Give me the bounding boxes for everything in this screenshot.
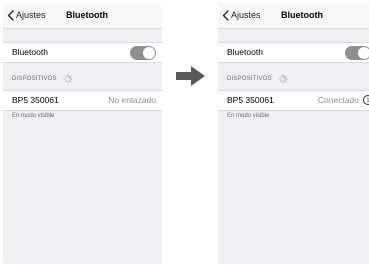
device-row[interactable]: BP5 350061 Conectado i [218,90,369,111]
navigation-bar: Ajustes Bluetooth [218,2,369,29]
devices-section-header: DISPOSITIVOS [227,74,288,84]
back-button-label: Ajustes [231,10,261,20]
info-icon[interactable]: i [363,95,369,105]
page-title: Bluetooth [66,10,108,20]
devices-header-label: DISPOSITIVOS [12,76,57,82]
spinner-icon [278,74,288,84]
arrow-right-icon [176,66,205,86]
back-button[interactable]: Ajustes [7,8,46,22]
chevron-left-icon [7,9,14,21]
visibility-footer: En modo visible [12,113,55,119]
device-name: BP5 350061 [227,95,274,105]
back-button-label: Ajustes [16,10,46,20]
toggle-knob [358,47,369,59]
device-name: BP5 350061 [12,95,59,105]
device-status: Conectado [317,95,359,105]
visibility-footer: En modo visible [227,113,270,119]
bluetooth-row: Bluetooth [3,42,162,63]
toggle-knob [143,47,155,59]
screen-before: Ajustes Bluetooth Bluetooth DISPOSITIVOS… [3,2,162,264]
device-status: No enlazado [108,95,156,105]
back-button[interactable]: Ajustes [222,8,261,22]
navigation-bar: Ajustes Bluetooth [3,2,162,29]
chevron-left-icon [222,9,229,21]
bluetooth-row: Bluetooth [218,42,369,63]
devices-section-header: DISPOSITIVOS [12,74,73,84]
bluetooth-toggle[interactable] [130,46,156,60]
bluetooth-toggle[interactable] [345,46,369,60]
bluetooth-label: Bluetooth [227,47,263,57]
devices-header-label: DISPOSITIVOS [227,76,272,82]
device-row[interactable]: BP5 350061 No enlazado [3,90,162,111]
screen-after: Ajustes Bluetooth Bluetooth DISPOSITIVOS… [218,2,369,264]
page-title: Bluetooth [281,10,323,20]
spinner-icon [63,74,73,84]
bluetooth-label: Bluetooth [12,47,48,57]
